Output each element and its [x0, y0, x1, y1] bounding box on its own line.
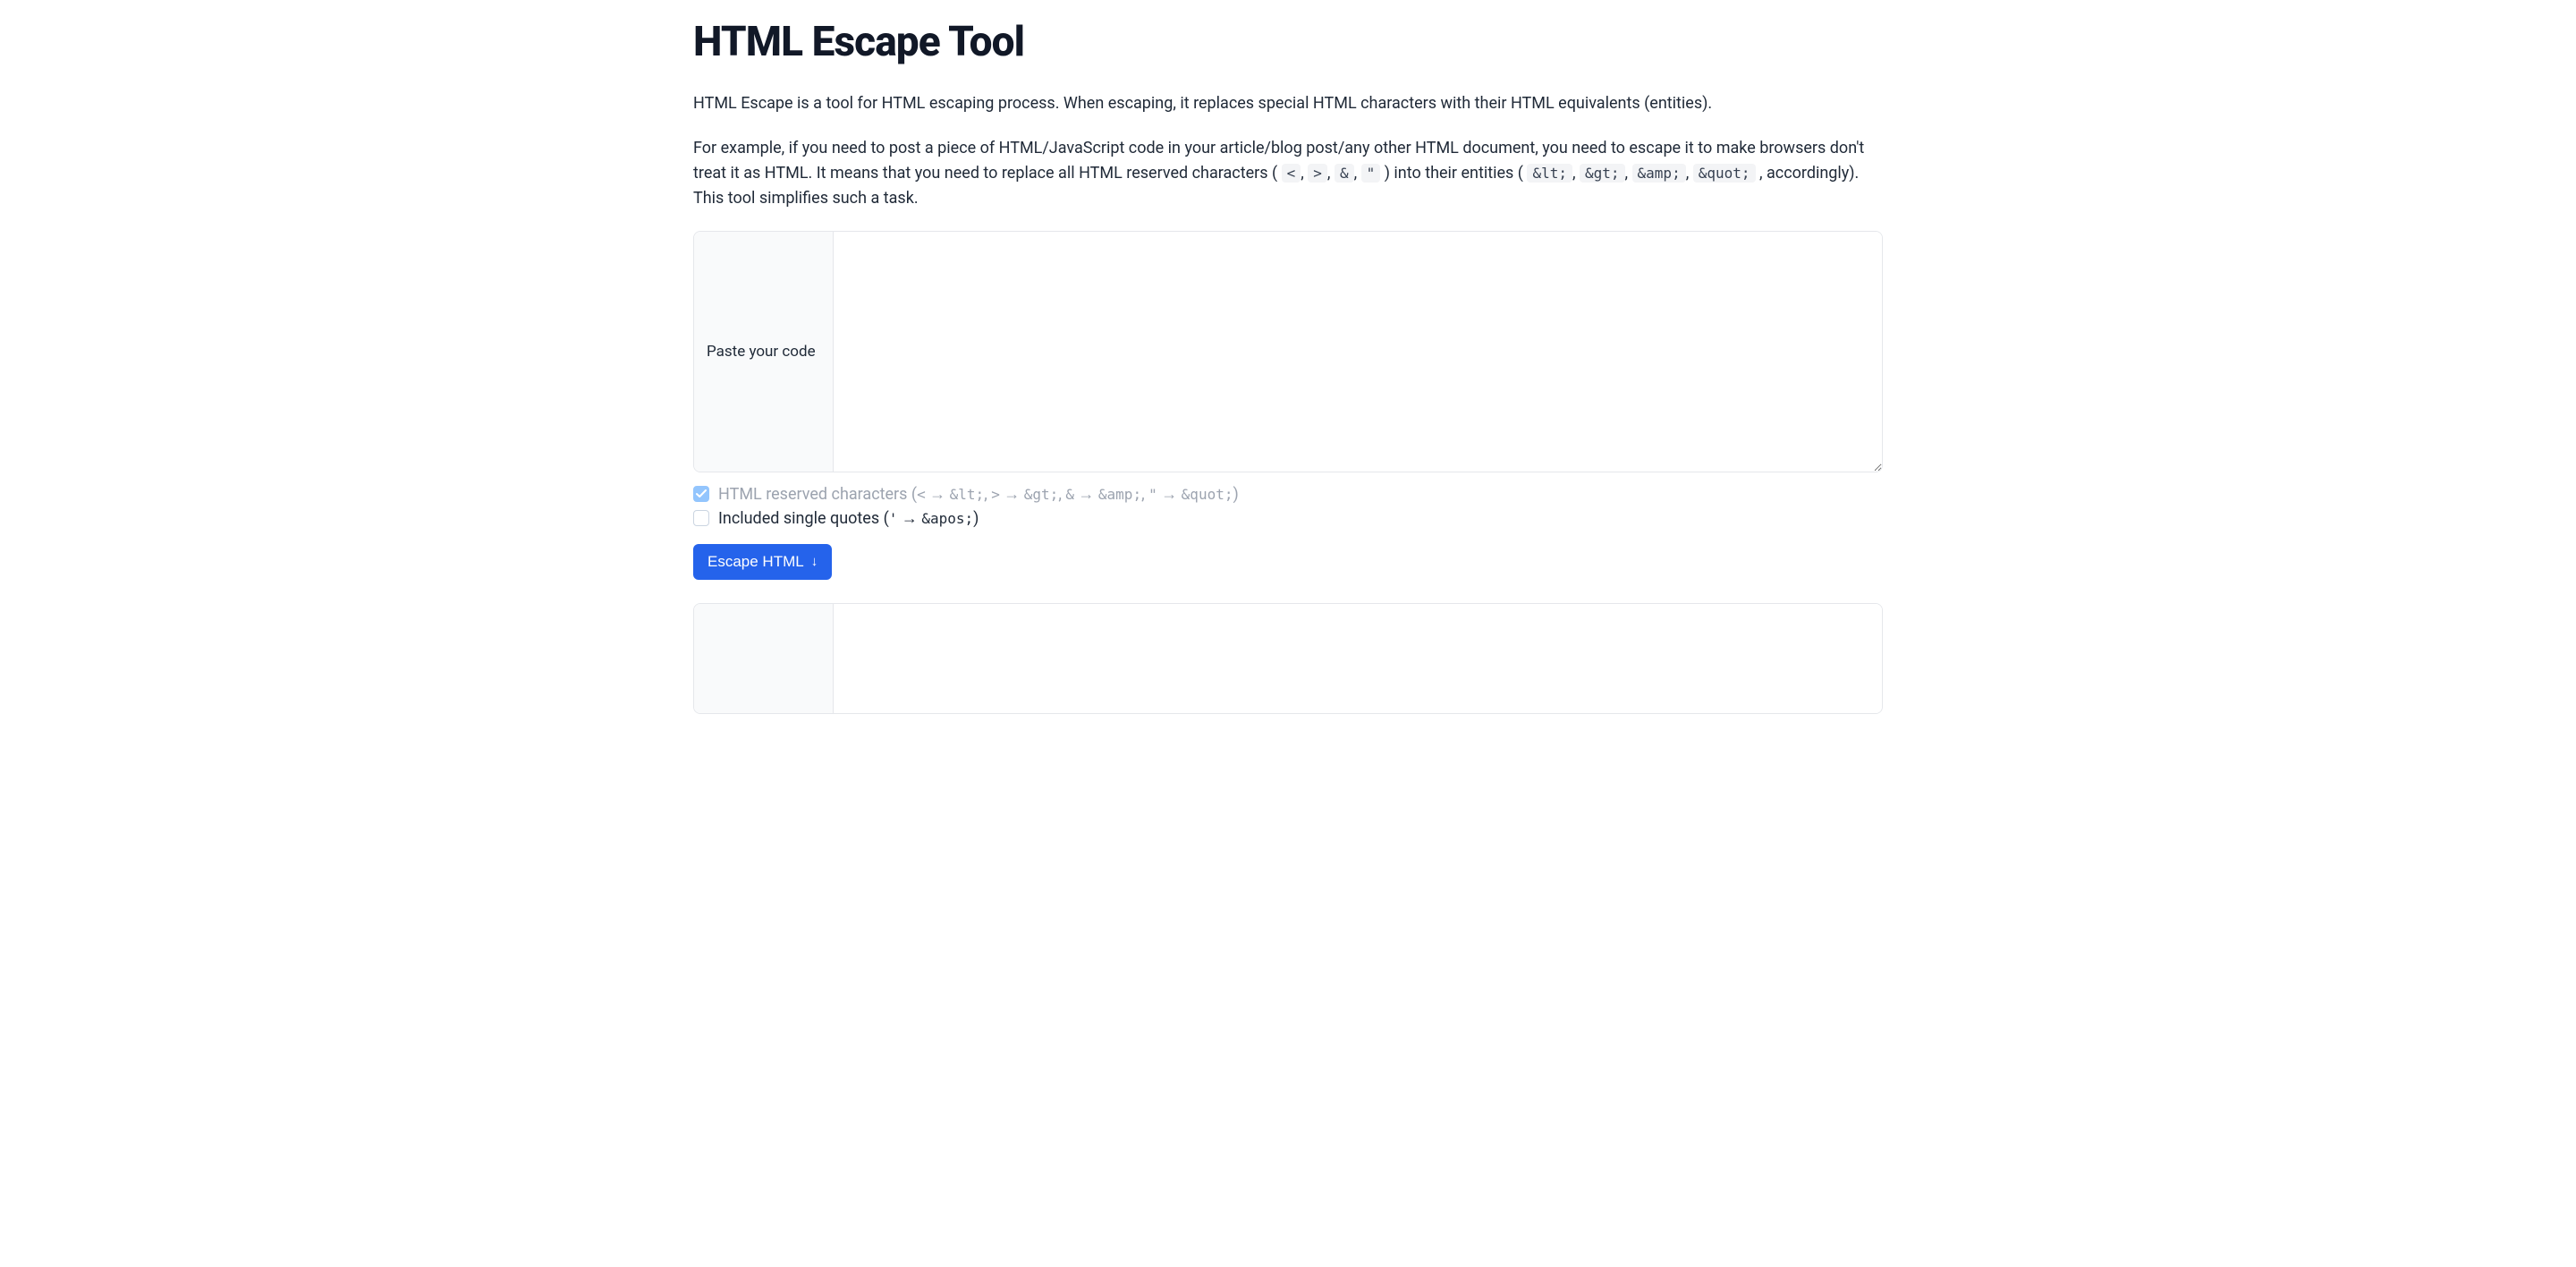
checkbox-single-quotes[interactable] [693, 510, 709, 526]
code-output[interactable] [834, 604, 1882, 713]
code-gt: > [1308, 164, 1327, 183]
code-quot: " [1361, 164, 1381, 183]
entity-amp: &amp; [1632, 164, 1686, 183]
output-row [693, 603, 1883, 714]
code-amp: & [1335, 164, 1354, 183]
code-lt: < [1282, 164, 1301, 183]
option-reserved: HTML reserved characters (< → &lt;, > → … [693, 485, 1883, 504]
entity-lt: &lt; [1527, 164, 1572, 183]
options-group: HTML reserved characters (< → &lt;, > → … [693, 485, 1883, 528]
example-paragraph: For example, if you need to post a piece… [693, 136, 1883, 211]
option-single-quotes: Included single quotes (' → &apos;) [693, 509, 1883, 528]
check-icon [696, 489, 707, 498]
intro-paragraph: HTML Escape is a tool for HTML escaping … [693, 91, 1883, 116]
option-single-quotes-label: Included single quotes (' → &apos;) [718, 509, 979, 528]
escape-button-label: Escape HTML [708, 553, 804, 571]
output-label [694, 604, 834, 713]
checkbox-reserved [693, 486, 709, 502]
input-row: Paste your code [693, 231, 1883, 472]
code-input[interactable] [834, 232, 1882, 472]
escape-button[interactable]: Escape HTML ↓ [693, 544, 832, 580]
page-title: HTML Escape Tool [693, 18, 1883, 66]
input-label: Paste your code [694, 232, 834, 472]
example-text-mid: ) into their entities ( [1385, 164, 1523, 183]
arrow-down-icon: ↓ [811, 554, 818, 569]
entity-quot: &quot; [1693, 164, 1756, 183]
entity-gt: &gt; [1580, 164, 1625, 183]
option-reserved-label: HTML reserved characters (< → &lt;, > → … [718, 485, 1239, 504]
